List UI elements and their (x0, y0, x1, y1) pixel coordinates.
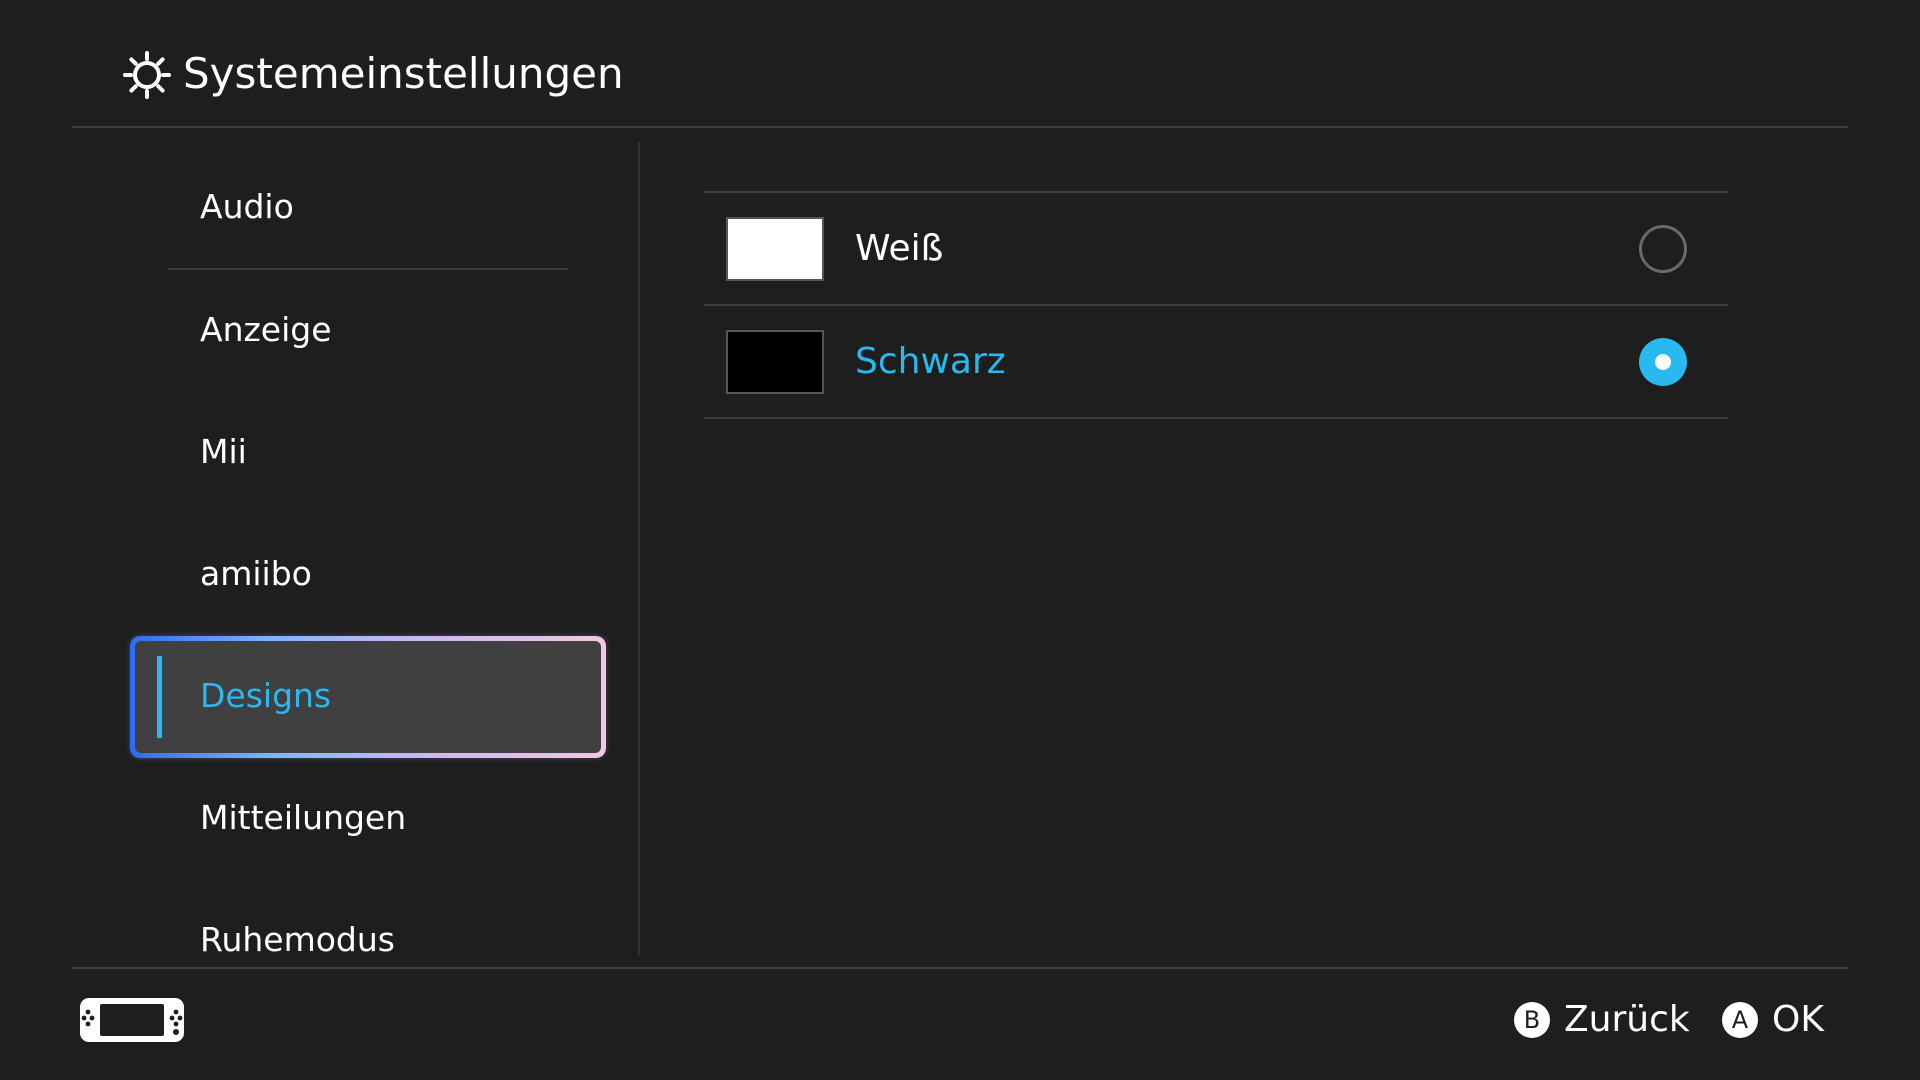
black-swatch (726, 330, 824, 394)
ok-button[interactable]: A OK (1722, 1000, 1824, 1040)
sidebar (0, 128, 640, 967)
ok-label: OK (1772, 999, 1824, 1040)
radio-button-unchecked[interactable] (1639, 225, 1687, 273)
white-swatch (726, 217, 824, 281)
sidebar-item-amiibo[interactable]: amiibo (200, 552, 312, 596)
theme-option-weiss[interactable]: Weiß (704, 193, 1728, 305)
system-settings-screen: Systemeinstellungen Audio Anzeige Mii am… (0, 0, 1920, 1080)
handheld-console-icon (80, 998, 184, 1042)
sidebar-item-mitteilungen[interactable]: Mitteilungen (200, 796, 406, 840)
radio-dot-icon (1655, 354, 1671, 370)
sidebar-item-audio[interactable]: Audio (200, 185, 294, 229)
theme-option-schwarz[interactable]: Schwarz (704, 306, 1728, 418)
a-button-icon: A (1722, 1002, 1758, 1038)
sidebar-item-ruhemodus[interactable]: Ruhemodus (200, 918, 395, 962)
option-divider (704, 417, 1728, 419)
b-button-icon: B (1514, 1002, 1550, 1038)
gear-icon (123, 51, 171, 99)
radio-button-checked[interactable] (1639, 338, 1687, 386)
selection-accent-bar (157, 656, 162, 738)
back-button[interactable]: B Zurück (1514, 1000, 1690, 1040)
sidebar-item-designs[interactable]: Designs (130, 636, 606, 758)
header: Systemeinstellungen (0, 0, 1920, 127)
sidebar-item-mii[interactable]: Mii (200, 430, 247, 474)
page-title: Systemeinstellungen (183, 49, 624, 98)
option-label: Weiß (855, 228, 944, 269)
sidebar-vertical-divider (638, 142, 640, 955)
sidebar-divider (168, 268, 568, 270)
option-label: Schwarz (855, 341, 1006, 382)
footer-divider (72, 967, 1848, 969)
back-label: Zurück (1564, 999, 1690, 1040)
sidebar-item-label: Designs (200, 676, 332, 715)
sidebar-item-anzeige[interactable]: Anzeige (200, 308, 332, 352)
